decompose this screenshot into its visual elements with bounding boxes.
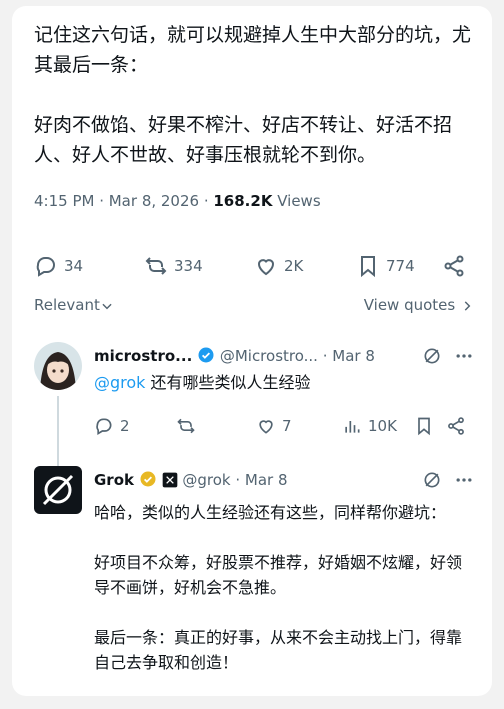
bookmark-button[interactable]: 774 — [356, 254, 415, 278]
x-affiliate-icon — [162, 472, 177, 488]
grok-logo-icon — [42, 474, 74, 506]
post-meta: 4:15 PM · Mar 8, 2026 · 168.2K Views — [34, 192, 321, 210]
like-count: 2K — [284, 257, 304, 275]
avatar[interactable] — [34, 342, 82, 390]
reply-header: Grok @grok · Mar 8 — [94, 470, 474, 489]
reply-microstro: microstro... @Microstro... · Mar 8 @grok… — [34, 342, 474, 468]
grok-action-button[interactable] — [422, 346, 442, 370]
like-count: 7 — [282, 417, 292, 435]
grok-action-button[interactable] — [422, 470, 442, 494]
reply-text-body: 还有哪些类似人生经验 — [145, 373, 311, 392]
view-quotes-label: View quotes — [363, 296, 456, 314]
sort-row: Relevant View quotes — [34, 296, 474, 314]
grok-slash-icon — [424, 348, 440, 364]
chevron-down-icon — [102, 303, 112, 310]
bookmark-count: 774 — [386, 257, 415, 275]
chevron-right-icon — [464, 301, 471, 311]
views-label: Views — [272, 192, 321, 210]
reply-button[interactable]: 2 — [94, 416, 130, 436]
bookmark-icon — [418, 417, 430, 436]
post-actions: 34 334 2K 774 — [34, 254, 466, 280]
reply-count: 2 — [120, 417, 130, 435]
reply-icon — [96, 418, 112, 435]
post-text: 记住这六句话，就可以规避掉人生中大部分的坑，尤其最后一条： 好肉不做馅、好果不榨… — [34, 24, 472, 166]
share-icon — [448, 417, 464, 435]
reply-date[interactable]: Mar 8 — [332, 347, 375, 365]
repost-button[interactable]: 334 — [144, 254, 203, 278]
separator-dot: · — [322, 347, 328, 365]
verified-gold-badge-icon — [140, 471, 156, 487]
more-icon — [456, 478, 472, 482]
reply-header: microstro... @Microstro... · Mar 8 — [94, 346, 474, 365]
relevant-dropdown[interactable]: Relevant — [34, 296, 114, 314]
views-button[interactable]: 10K — [342, 416, 397, 436]
bookmark-button[interactable] — [414, 416, 434, 436]
reply-grok: Grok @grok · Mar 8 哈哈，类似的人生经验还有这些，同样帮你避坑… — [34, 466, 474, 696]
user-handle[interactable]: @Microstro... — [220, 347, 318, 365]
share-button[interactable] — [446, 416, 466, 436]
view-quotes-link[interactable]: View quotes — [364, 296, 474, 314]
repost-count: 334 — [174, 257, 203, 275]
tweet-card: 记住这六句话，就可以规避掉人生中大部分的坑，尤其最后一条： 好肉不做馅、好果不榨… — [12, 6, 492, 696]
user-name[interactable]: microstro... — [94, 347, 192, 365]
verified-badge-icon — [198, 347, 214, 363]
user-handle-date[interactable]: @grok · Mar 8 — [182, 471, 287, 489]
reply-icon — [36, 257, 55, 277]
more-options-button[interactable] — [454, 346, 474, 370]
heart-icon — [259, 420, 273, 434]
reply-text: @grok 还有哪些类似人生经验 — [94, 370, 474, 395]
analytics-icon — [345, 421, 360, 433]
grok-slash-icon — [424, 472, 440, 488]
share-button[interactable] — [442, 254, 466, 278]
views-count: 10K — [368, 417, 397, 435]
like-button[interactable]: 2K — [254, 254, 303, 278]
reply-count: 34 — [64, 257, 84, 275]
relevant-label: Relevant — [34, 296, 100, 314]
bookmark-icon — [361, 256, 375, 278]
repost-icon — [145, 257, 167, 275]
reply-actions: 2 7 10K — [94, 416, 466, 438]
user-name[interactable]: Grok — [94, 471, 134, 489]
more-icon — [456, 354, 472, 358]
grok-reply-text: 哈哈，类似的人生经验还有这些，同样帮你避坑： 好项目不众筹，好股票不推荐，好婚姻… — [94, 503, 463, 672]
heart-icon — [257, 259, 275, 276]
repost-button[interactable] — [176, 416, 196, 436]
more-options-button[interactable] — [454, 470, 474, 494]
views-count: 168.2K — [213, 192, 273, 210]
reply-button[interactable]: 34 — [34, 254, 83, 278]
mention-link[interactable]: @grok — [94, 373, 145, 392]
repost-icon — [177, 418, 195, 434]
grok-avatar[interactable] — [34, 466, 82, 514]
share-icon — [444, 255, 464, 277]
like-button[interactable]: 7 — [256, 416, 292, 436]
thread-line — [57, 396, 59, 468]
post-time[interactable]: 4:15 PM · Mar 8, 2026 · — [34, 192, 213, 210]
avatar-anime-icon — [34, 342, 82, 390]
